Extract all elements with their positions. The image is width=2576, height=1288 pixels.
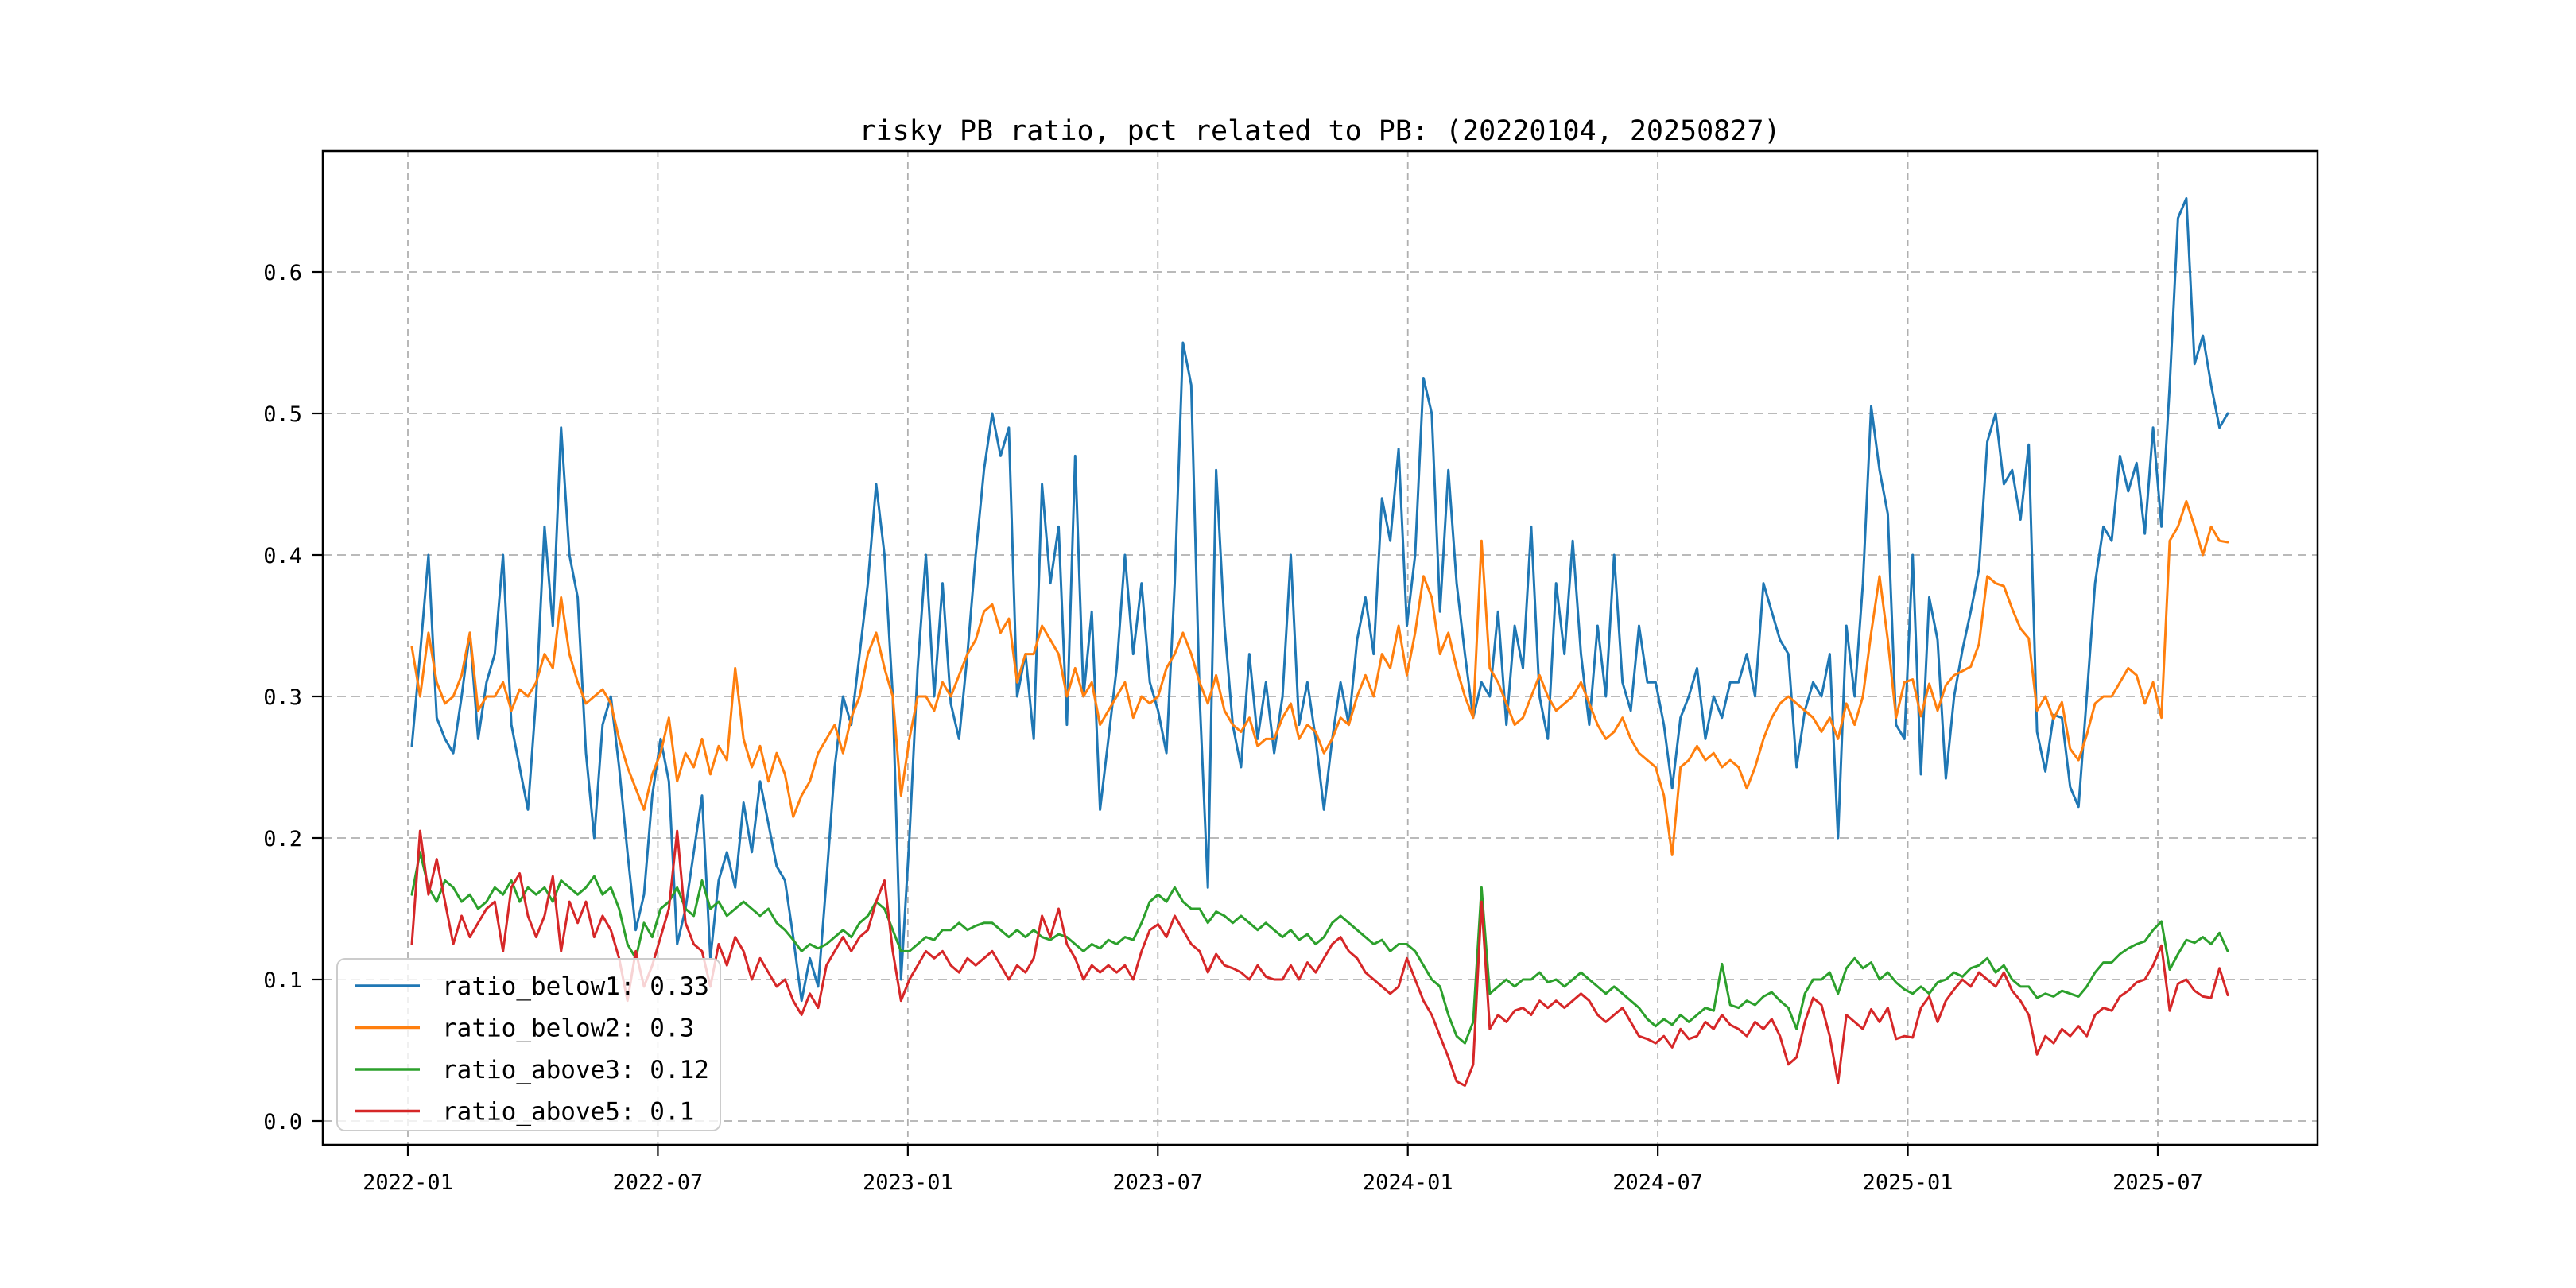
x-axis-tick-label: 2022-01: [363, 1170, 453, 1195]
legend-label-ratio_below1: ratio_below1: 0.33: [442, 972, 709, 1001]
x-axis-tick-label: 2023-07: [1112, 1170, 1203, 1195]
legend-label-ratio_below2: ratio_below2: 0.3: [442, 1014, 694, 1043]
series-line-ratio_below1: [412, 198, 2228, 1000]
chart-svg: 0.0 0.1 0.2 0.3 0.4 0.5 0.6 2022-01 2022-07 2023-…: [0, 0, 2576, 1288]
y-axis-tick-label: 0.4: [263, 544, 302, 568]
x-axis-tick-label: 2024-01: [1363, 1170, 1453, 1195]
y-axis-tick-label: 0.5: [263, 402, 302, 427]
figure-canvas: 0.0 0.1 0.2 0.3 0.4 0.5 0.6 2022-01 2022-07 2023-…: [0, 0, 2576, 1288]
y-axis-tick-label: 0.1: [263, 968, 302, 993]
chart-title: risky PB ratio, pct related to PB: (2022…: [859, 115, 1781, 147]
legend: ratio_below1: 0.33 ratio_below2: 0.3 ratio…: [337, 959, 720, 1131]
y-axis-tick-label: 0.2: [263, 827, 302, 852]
series-layer: [412, 198, 2228, 1085]
x-axis-tick-label: 2025-07: [2112, 1170, 2203, 1195]
x-axis-tick-label: 2024-07: [1612, 1170, 1703, 1195]
x-axis-tick-label: 2025-01: [1863, 1170, 1953, 1195]
legend-label-ratio_above3: ratio_above3: 0.12: [442, 1056, 709, 1084]
y-axis-tick-label: 0.0: [263, 1110, 302, 1135]
y-axis-tick-label: 0.6: [263, 261, 302, 285]
x-axis-tick-label: 2022-07: [613, 1170, 704, 1195]
y-axis-tick-label: 0.3: [263, 685, 302, 710]
x-axis-tick-label: 2023-01: [863, 1170, 953, 1195]
legend-label-ratio_above5: ratio_above5: 0.1: [442, 1098, 694, 1127]
